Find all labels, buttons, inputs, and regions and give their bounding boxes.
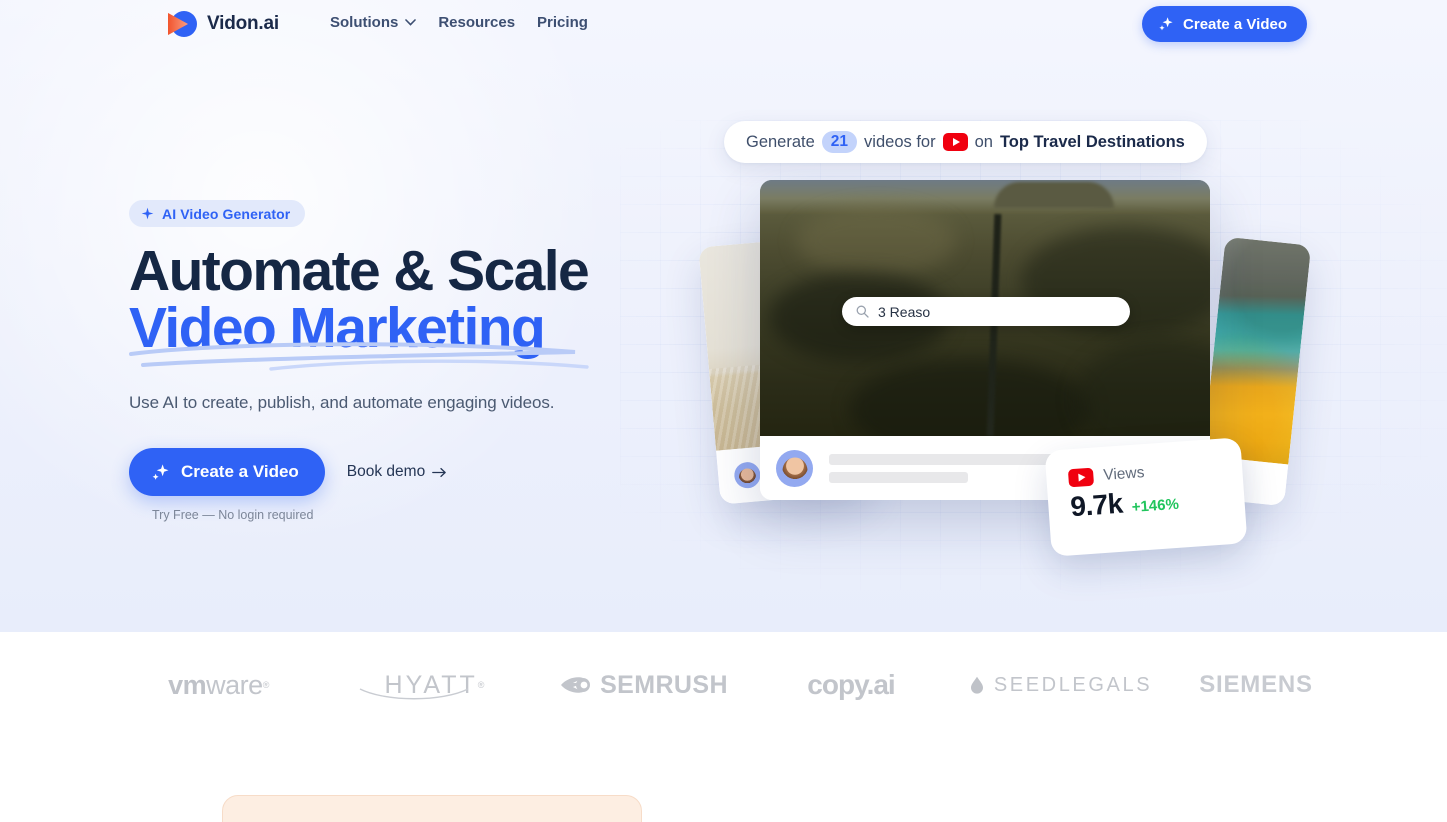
hero-subheadline: Use AI to create, publish, and automate … — [129, 393, 555, 412]
terrain-patch — [796, 205, 956, 276]
views-stat-card: Views 9.7k +146% — [1044, 437, 1248, 557]
terrain-patch — [850, 359, 1090, 436]
youtube-icon — [1067, 467, 1095, 488]
views-delta: +146% — [1131, 495, 1180, 516]
customer-logos-band: vm ware ® HYATT ® SEMRUSH copy.ai SEEDLEGAL… — [0, 632, 1447, 738]
logo-hyatt-mark: ® — [477, 680, 488, 690]
views-value: 9.7k — [1069, 487, 1124, 523]
sparkle-icon — [141, 207, 154, 220]
avatar — [733, 461, 762, 490]
logo-semrush-text: SEMRUSH — [600, 670, 728, 699]
generate-pill-connector: on — [974, 132, 993, 151]
logo-semrush: SEMRUSH — [539, 665, 749, 705]
search-icon — [856, 305, 869, 318]
skeleton-line — [829, 471, 968, 483]
generate-pill-topic: Top Travel Destinations — [999, 132, 1185, 151]
nav-links: Solutions Resources Pricing — [330, 14, 588, 31]
next-section-card — [222, 795, 642, 822]
page-root: Vidon.ai Solutions Resources Pricing Cre… — [0, 0, 1447, 822]
video-search-value: 3 Reaso — [878, 303, 931, 320]
generate-pill-count: 21 — [821, 131, 858, 153]
video-thumbnail: 3 Reaso — [760, 180, 1210, 436]
generate-pill-middle: videos for — [864, 132, 936, 151]
youtube-icon — [942, 133, 968, 151]
sparkle-icon — [1159, 17, 1173, 31]
generate-pill-prefix: Generate — [746, 132, 815, 151]
book-demo-button[interactable]: Book demo — [347, 463, 447, 481]
nav-link-resources-label: Resources — [438, 14, 516, 31]
droplet-icon — [970, 676, 983, 694]
nav-link-pricing[interactable]: Pricing — [537, 14, 588, 31]
nav-link-resources[interactable]: Resources — [438, 14, 515, 31]
logo-vmware-regular: ware — [206, 669, 263, 700]
logo-seedlegals-text: SEEDLEGALS — [993, 673, 1153, 696]
views-label: Views — [1102, 464, 1145, 484]
brand-logo[interactable]: Vidon.ai — [164, 10, 279, 38]
views-card-values: 9.7k +146% — [1069, 481, 1223, 524]
navbar: Vidon.ai Solutions Resources Pricing Cre… — [0, 0, 1447, 48]
hill-shape — [994, 182, 1114, 208]
video-search-input[interactable]: 3 Reaso — [842, 297, 1130, 326]
logo-vmware-mark: ® — [262, 680, 270, 690]
headline-line-1: Automate & Scale — [129, 239, 590, 303]
hero-create-video-label: Create a Video — [181, 462, 299, 481]
arrow-right-icon — [432, 467, 446, 477]
hero-cta-row: Create a Video Book demo — [129, 448, 689, 496]
nav-create-video-label: Create a Video — [1183, 15, 1287, 33]
chevron-down-icon — [405, 19, 417, 26]
semrush-mark-icon — [561, 677, 591, 693]
logo-vmware: vm ware ® — [104, 665, 334, 705]
nav-link-solutions[interactable]: Solutions — [330, 14, 417, 31]
logo-hyatt: HYATT ® — [334, 665, 539, 705]
nav-link-pricing-label: Pricing — [537, 14, 588, 31]
nav-link-solutions-label: Solutions — [330, 14, 399, 31]
logo-vmware-bold: vm — [168, 669, 207, 700]
logo-siemens: SIEMENS — [1169, 665, 1344, 705]
hero-microcopy: Try Free — No login required — [152, 508, 314, 522]
brand-name: Vidon.ai — [207, 13, 279, 34]
avatar — [776, 449, 813, 487]
hero-badge: AI Video Generator — [129, 200, 306, 227]
terrain-patch — [1075, 338, 1210, 436]
hyatt-swoosh-icon — [359, 688, 468, 700]
headline-line-2: Video Marketing — [129, 296, 546, 360]
logo-seedlegals: SEEDLEGALS — [954, 665, 1169, 705]
logo-siemens-text: SIEMENS — [1199, 671, 1313, 698]
book-demo-label: Book demo — [346, 463, 426, 480]
hero-content: AI Video Generator Automate & Scale Vide… — [129, 200, 689, 522]
hero-create-video-button[interactable]: Create a Video — [129, 448, 325, 496]
page-title: Automate & Scale Video Marketing — [129, 243, 689, 371]
horizon-ridge — [760, 180, 1210, 214]
sparkle-icon — [152, 463, 169, 480]
hero-badge-label: AI Video Generator — [162, 205, 291, 222]
logo-copy-ai: copy.ai — [749, 665, 954, 705]
generate-pill: Generate 21 videos for on Top Travel Des… — [724, 121, 1207, 163]
headline-line-2-wrap: Video Marketing — [129, 300, 689, 371]
vidon-play-logo-icon — [164, 10, 198, 38]
nav-create-video-button[interactable]: Create a Video — [1142, 6, 1307, 42]
logo-copy-ai-text: copy.ai — [807, 669, 895, 700]
